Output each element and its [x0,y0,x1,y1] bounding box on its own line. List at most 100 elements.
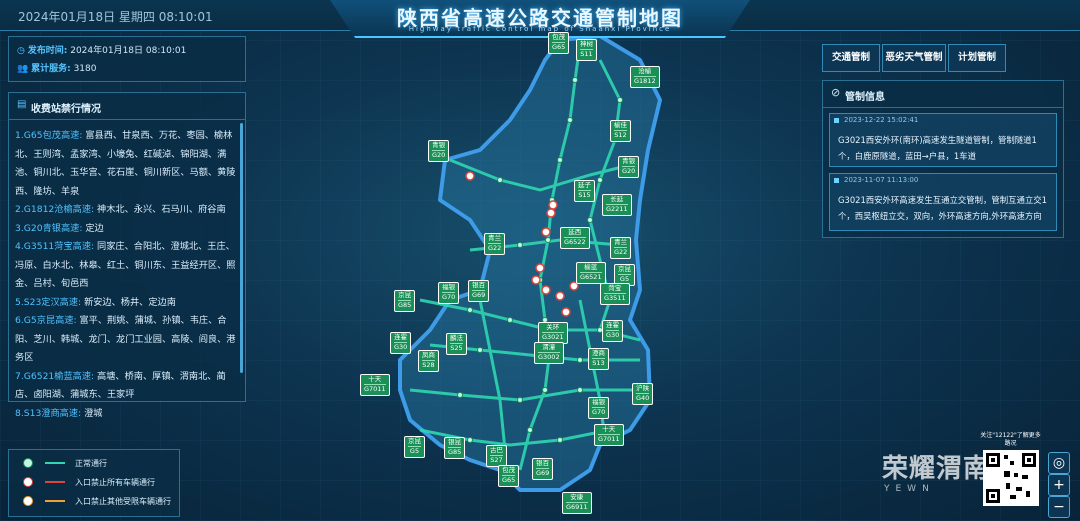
notice-marker [834,118,839,123]
route-label[interactable]: 澄商 S13 [588,348,609,370]
tab-planned-control[interactable]: 计划管制 [948,44,1006,72]
toll-station-panel[interactable]: ▤ 收费站禁行情况 1.G65包茂高速: 富县西、甘泉西、万花、枣园、榆林北、王… [8,92,246,419]
route-label[interactable]: 包茂 G65 [498,465,520,487]
route-label[interactable]: 古巴 S27 [486,445,507,467]
route-label[interactable]: 延西 G6522 [560,227,590,249]
publish-time-value: 2024年01月18日 08:10:01 [70,46,187,56]
route-label-code: G6521 [580,273,602,281]
route-label-name: 沧榆 [634,67,656,77]
route-label[interactable]: 凤商 S28 [418,350,439,372]
list-item: 4.G3511菏宝高速: 同家庄、合阳北、澄城北、王庄、冯原、白水北、林皋、红土… [15,238,239,294]
route-label[interactable]: 长延 G2211 [602,194,632,216]
route-label-code: G22 [614,248,628,256]
route-label-code: S12 [614,131,627,139]
notice-time: 2023-12-22 15:02:41 [844,116,919,124]
route-label-code: G20 [622,167,636,175]
zoom-out-button[interactable]: − [1048,496,1070,518]
route-label[interactable]: 京昆 G5 [404,436,425,458]
qr-code-block[interactable]: 关注"12122"了解更多路况 [979,432,1042,512]
route-label-name: 麟法 [450,334,463,344]
route-label-code: G5 [409,447,420,455]
road-name: 6.G5京昆高速: [15,315,77,326]
list-item: 3.G20青银高速: 定边 [15,220,239,239]
route-label[interactable]: 关环 G3021 [538,322,568,344]
legend-label: 正常通行 [75,459,107,468]
route-label-code: S15 [578,191,591,199]
route-label[interactable]: 菏宝 G3511 [600,283,630,305]
route-label[interactable]: 延子 S15 [574,180,595,202]
route-label[interactable]: 麟法 S25 [446,333,467,355]
route-label-name: 银百 [536,459,550,469]
control-panel-title: 管制信息 [845,92,885,103]
route-label[interactable]: 青银 G20 [618,156,640,178]
route-label-name: 青兰 [488,234,502,244]
list-item: 5.S23定汉高速: 新安边、杨井、定边南 [15,294,239,313]
toll-list-scrollbar[interactable] [240,123,243,373]
route-label[interactable]: 京昆 G85 [394,290,416,312]
route-label[interactable]: 福银 G70 [438,282,460,304]
control-info-panel[interactable]: ⊘ 管制信息 2023-12-22 15:02:41 G3021西安外环(南环)… [822,80,1064,238]
route-label-code: G20 [432,151,446,159]
route-label[interactable]: 榆蓝 G6521 [576,262,606,284]
route-label[interactable]: 连霍 G30 [390,332,412,354]
toll-list: 1.G65包茂高速: 富县西、甘泉西、万花、枣园、榆林北、王则湾、孟家湾、小壕兔… [15,127,239,423]
tab-weather-control[interactable]: 恶劣天气管制 [882,44,946,72]
service-count-label: 累计服务: [31,64,71,74]
road-name: 1.G65包茂高速: [15,130,83,141]
notice-text: G3021西安外环高速发生互通立交管制，管制互通立交1个，西吴枢纽立交，双向，外… [838,195,1048,221]
route-label[interactable]: 银昆 G85 [444,437,466,459]
road-name: 3.G20青银高速: [15,222,83,234]
publish-time-row: ◷ 发布时间: 2024年01月18日 08:10:01 [17,43,186,56]
legend-label: 入口禁止所有车辆通行 [75,478,155,487]
tab-traffic-control[interactable]: 交通管制 [822,44,880,72]
route-label-code: G6522 [564,238,586,246]
route-label[interactable]: 安康 G6911 [562,492,592,514]
header-datetime: 2024年01月18日 星期四 08:10:01 [18,10,213,24]
route-label[interactable]: 青银 G20 [428,140,450,162]
route-label[interactable]: 银百 G69 [532,458,554,480]
control-notice[interactable]: 2023-11-07 11:13:00 G3021西安外环高速发生互通立交管制，… [829,173,1057,231]
zoom-in-button[interactable]: + [1048,474,1070,496]
route-label[interactable]: 银百 G69 [468,280,490,302]
road-name: 5.S23定汉高速: [15,296,82,308]
title-box: 陕西省高速公路交通管制地图 Highway traffic control ma… [330,0,750,38]
route-label-name: 凤商 [422,351,435,361]
route-label-name: 银昆 [448,438,462,448]
route-label-name: 菏宝 [604,284,626,294]
route-label-name: 京昆 [398,291,412,301]
route-label-code: G6911 [566,503,588,511]
route-label-code: G69 [472,291,486,299]
route-label[interactable]: 福银 G70 [588,397,610,419]
route-label-name: 福银 [442,283,456,293]
route-label-code: G65 [502,476,516,484]
route-label-code: S27 [490,456,503,464]
route-label[interactable]: 沧榆 G1812 [630,66,660,88]
route-label-code: S11 [580,50,593,58]
page-subtitle: Highway traffic control map of Shaanxi P… [408,25,672,33]
notice-time: 2023-11-07 11:13:00 [844,176,919,184]
route-label[interactable]: 十天 G7011 [360,374,390,396]
route-label[interactable]: 渭潼 G3002 [534,342,564,364]
route-label-name: 连霍 [394,333,408,343]
route-label-code: G69 [536,469,550,477]
route-label[interactable]: 十天 G7011 [594,424,624,446]
route-label[interactable]: 青兰 G22 [610,237,632,259]
route-label-name: 连霍 [606,321,620,331]
route-label-code: S13 [592,359,605,367]
route-label[interactable]: 包茂 G65 [548,32,570,54]
route-label[interactable]: 青兰 G22 [484,233,506,255]
route-label-name: 福银 [592,398,606,408]
route-label-name: 青银 [432,141,446,151]
route-label[interactable]: 榆佳 S12 [610,120,631,142]
route-label-name: 十天 [364,375,386,385]
list-icon: ▤ [17,99,27,110]
legend-line-closed-all [45,481,65,483]
control-notice[interactable]: 2023-12-22 15:02:41 G3021西安外环(南环)高速发生隧道管… [829,113,1057,167]
route-label[interactable]: 连霍 G30 [602,320,624,342]
route-label[interactable]: 神树 S11 [576,39,597,61]
locate-button[interactable]: ◎ [1048,452,1070,474]
province-outline [398,34,662,492]
legend-line-closed-restricted [45,500,65,502]
route-label-name: 长延 [606,195,628,205]
route-label[interactable]: 沪陕 G40 [632,383,654,405]
